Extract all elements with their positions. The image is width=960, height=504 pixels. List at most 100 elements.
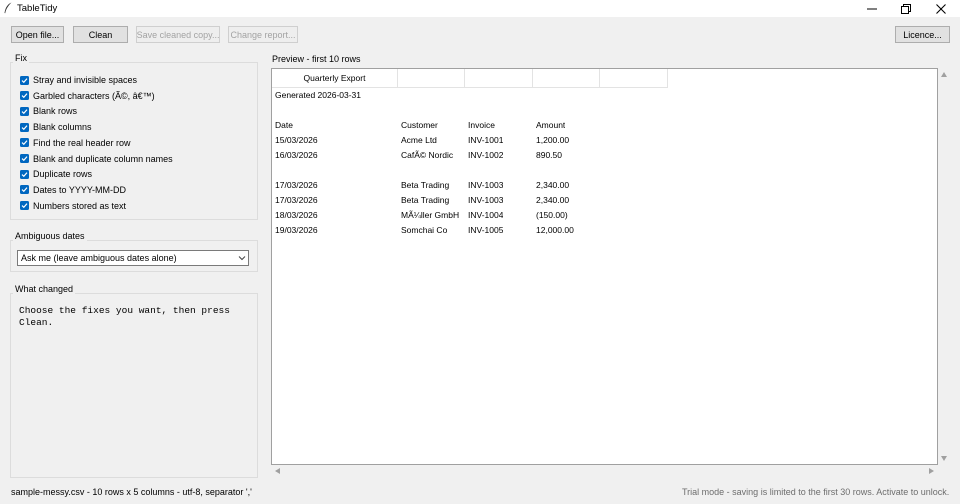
licence-button[interactable]: Licence... (895, 26, 950, 43)
fix-option-label: Blank rows (33, 106, 78, 117)
fix-option-label: Blank columns (33, 122, 92, 133)
preview-cell: MÃ¼ller GmbH (401, 210, 460, 220)
checkbox[interactable] (20, 75, 29, 85)
preview-header-cell (533, 69, 600, 88)
preview-cell: INV-1004 (468, 210, 504, 220)
preview-cell: INV-1002 (468, 150, 504, 160)
preview-header-cell (600, 69, 668, 88)
checkbox[interactable] (20, 169, 29, 179)
preview-cell: Generated 2026-03-31 (275, 90, 362, 100)
preview-cell: 15/03/2026 (275, 135, 318, 145)
fix-option-label: Numbers stored as text (33, 200, 127, 211)
preview-cell: Somchai Co (401, 225, 448, 235)
horizontal-scrollbar[interactable] (271, 465, 938, 478)
preview-cell: 18/03/2026 (275, 210, 318, 220)
preview-table[interactable]: Quarterly Export Generated 2026-03-31 Date… (271, 68, 938, 465)
fix-option-label: Garbled characters (Ã©, â€™) (33, 90, 155, 101)
preview-cell: 12,000.00 (536, 225, 574, 235)
checkmark-icon (21, 187, 28, 193)
status-file-info: sample-messy.csv - 10 rows x 5 columns -… (11, 487, 252, 497)
fix-option-label: Dates to YYYY-MM-DD (33, 184, 127, 195)
fix-option[interactable]: Blank columns (20, 121, 92, 133)
checkmark-icon (21, 156, 28, 162)
close-icon (936, 3, 946, 14)
minimize-button[interactable] (855, 0, 889, 17)
save-cleaned-copy-button[interactable]: Save cleaned copy... (136, 26, 220, 43)
preview-cell: INV-1003 (468, 195, 504, 205)
preview-cell: 2,340.00 (536, 180, 570, 190)
ambiguous-dates-select[interactable]: Ask me (leave ambiguous dates alone) (17, 250, 249, 266)
scroll-right-icon[interactable] (929, 468, 934, 474)
preview-header-cell: Quarterly Export (272, 69, 398, 88)
fix-option-label: Duplicate rows (33, 169, 93, 180)
checkbox[interactable] (20, 185, 29, 195)
vertical-scrollbar[interactable] (938, 68, 951, 465)
preview-cell: 19/03/2026 (275, 225, 318, 235)
checkbox[interactable] (20, 122, 29, 132)
title-bar: TableTidy (0, 0, 960, 17)
fix-option[interactable]: Blank rows (20, 105, 77, 117)
preview-cell: Beta Trading (401, 180, 450, 190)
scroll-left-icon[interactable] (275, 468, 280, 474)
scroll-down-icon[interactable] (941, 456, 947, 461)
fix-option-label: Stray and invisible spaces (33, 75, 138, 85)
fix-option[interactable]: Find the real header row (20, 137, 131, 149)
fix-option-label: Find the real header row (33, 137, 131, 148)
chevron-down-icon (238, 256, 246, 261)
clean-button[interactable]: Clean (73, 26, 128, 43)
checkmark-icon (21, 124, 28, 130)
ambiguous-dates-label: Ambiguous dates (13, 231, 87, 241)
preview-cell: Amount (536, 120, 566, 130)
fix-group-label: Fix (13, 53, 29, 63)
what-changed-text: Choose the fixes you want, then press Cl… (19, 305, 230, 328)
fix-option[interactable]: Garbled characters (Ã©, â€™) (20, 90, 155, 102)
fix-option[interactable]: Numbers stored as text (20, 200, 126, 212)
window-title: TableTidy (17, 3, 58, 14)
checkbox[interactable] (20, 106, 29, 116)
close-button[interactable] (924, 0, 958, 17)
preview-cell: INV-1001 (468, 135, 504, 145)
preview-header-cell (465, 69, 533, 88)
ambiguous-dates-value: Ask me (leave ambiguous dates alone) (21, 253, 177, 263)
preview-cell: CafÃ© Nordic (401, 150, 454, 160)
checkmark-icon (21, 140, 28, 146)
checkbox[interactable] (20, 201, 29, 211)
fix-option[interactable]: Duplicate rows (20, 168, 92, 180)
open-file-button[interactable]: Open file... (11, 26, 64, 43)
checkmark-icon (21, 109, 28, 115)
preview-cell: 17/03/2026 (275, 180, 318, 190)
checkbox[interactable] (20, 91, 29, 101)
restore-icon (901, 3, 911, 14)
preview-cell: INV-1003 (468, 180, 504, 190)
checkmark-icon (21, 171, 28, 177)
restore-button[interactable] (889, 0, 923, 17)
preview-label: Preview - first 10 rows (272, 54, 361, 64)
preview-cell: 2,340.00 (536, 195, 570, 205)
feather-icon (4, 2, 12, 14)
fix-option[interactable]: Blank and duplicate column names (20, 153, 173, 165)
preview-cell: Customer (401, 120, 438, 130)
preview-cell: Invoice (468, 120, 495, 130)
checkmark-icon (21, 203, 28, 209)
preview-cell: Date (275, 120, 293, 130)
preview-cell: Acme Ltd (401, 135, 437, 145)
preview-cell: 17/03/2026 (275, 195, 318, 205)
checkbox[interactable] (20, 138, 29, 148)
preview-cell: (150.00) (536, 210, 568, 220)
preview-cell: INV-1005 (468, 225, 504, 235)
fix-option-label: Blank and duplicate column names (33, 153, 173, 164)
minimize-icon (867, 8, 877, 9)
preview-cell: 1,200.00 (536, 135, 570, 145)
preview-cell: 16/03/2026 (275, 150, 318, 160)
preview-cell: Beta Trading (401, 195, 450, 205)
fix-option[interactable]: Dates to YYYY-MM-DD (20, 184, 126, 196)
status-trial-notice: Trial mode - saving is limited to the fi… (682, 487, 950, 497)
preview-header-cell (398, 69, 465, 88)
checkmark-icon (21, 93, 28, 99)
fix-option[interactable]: Stray and invisible spaces (20, 74, 137, 86)
change-report-button[interactable]: Change report... (228, 26, 298, 43)
preview-cell: 890.50 (536, 150, 562, 160)
scroll-up-icon[interactable] (941, 72, 947, 77)
checkbox[interactable] (20, 154, 29, 163)
what-changed-label: What changed (13, 284, 76, 294)
